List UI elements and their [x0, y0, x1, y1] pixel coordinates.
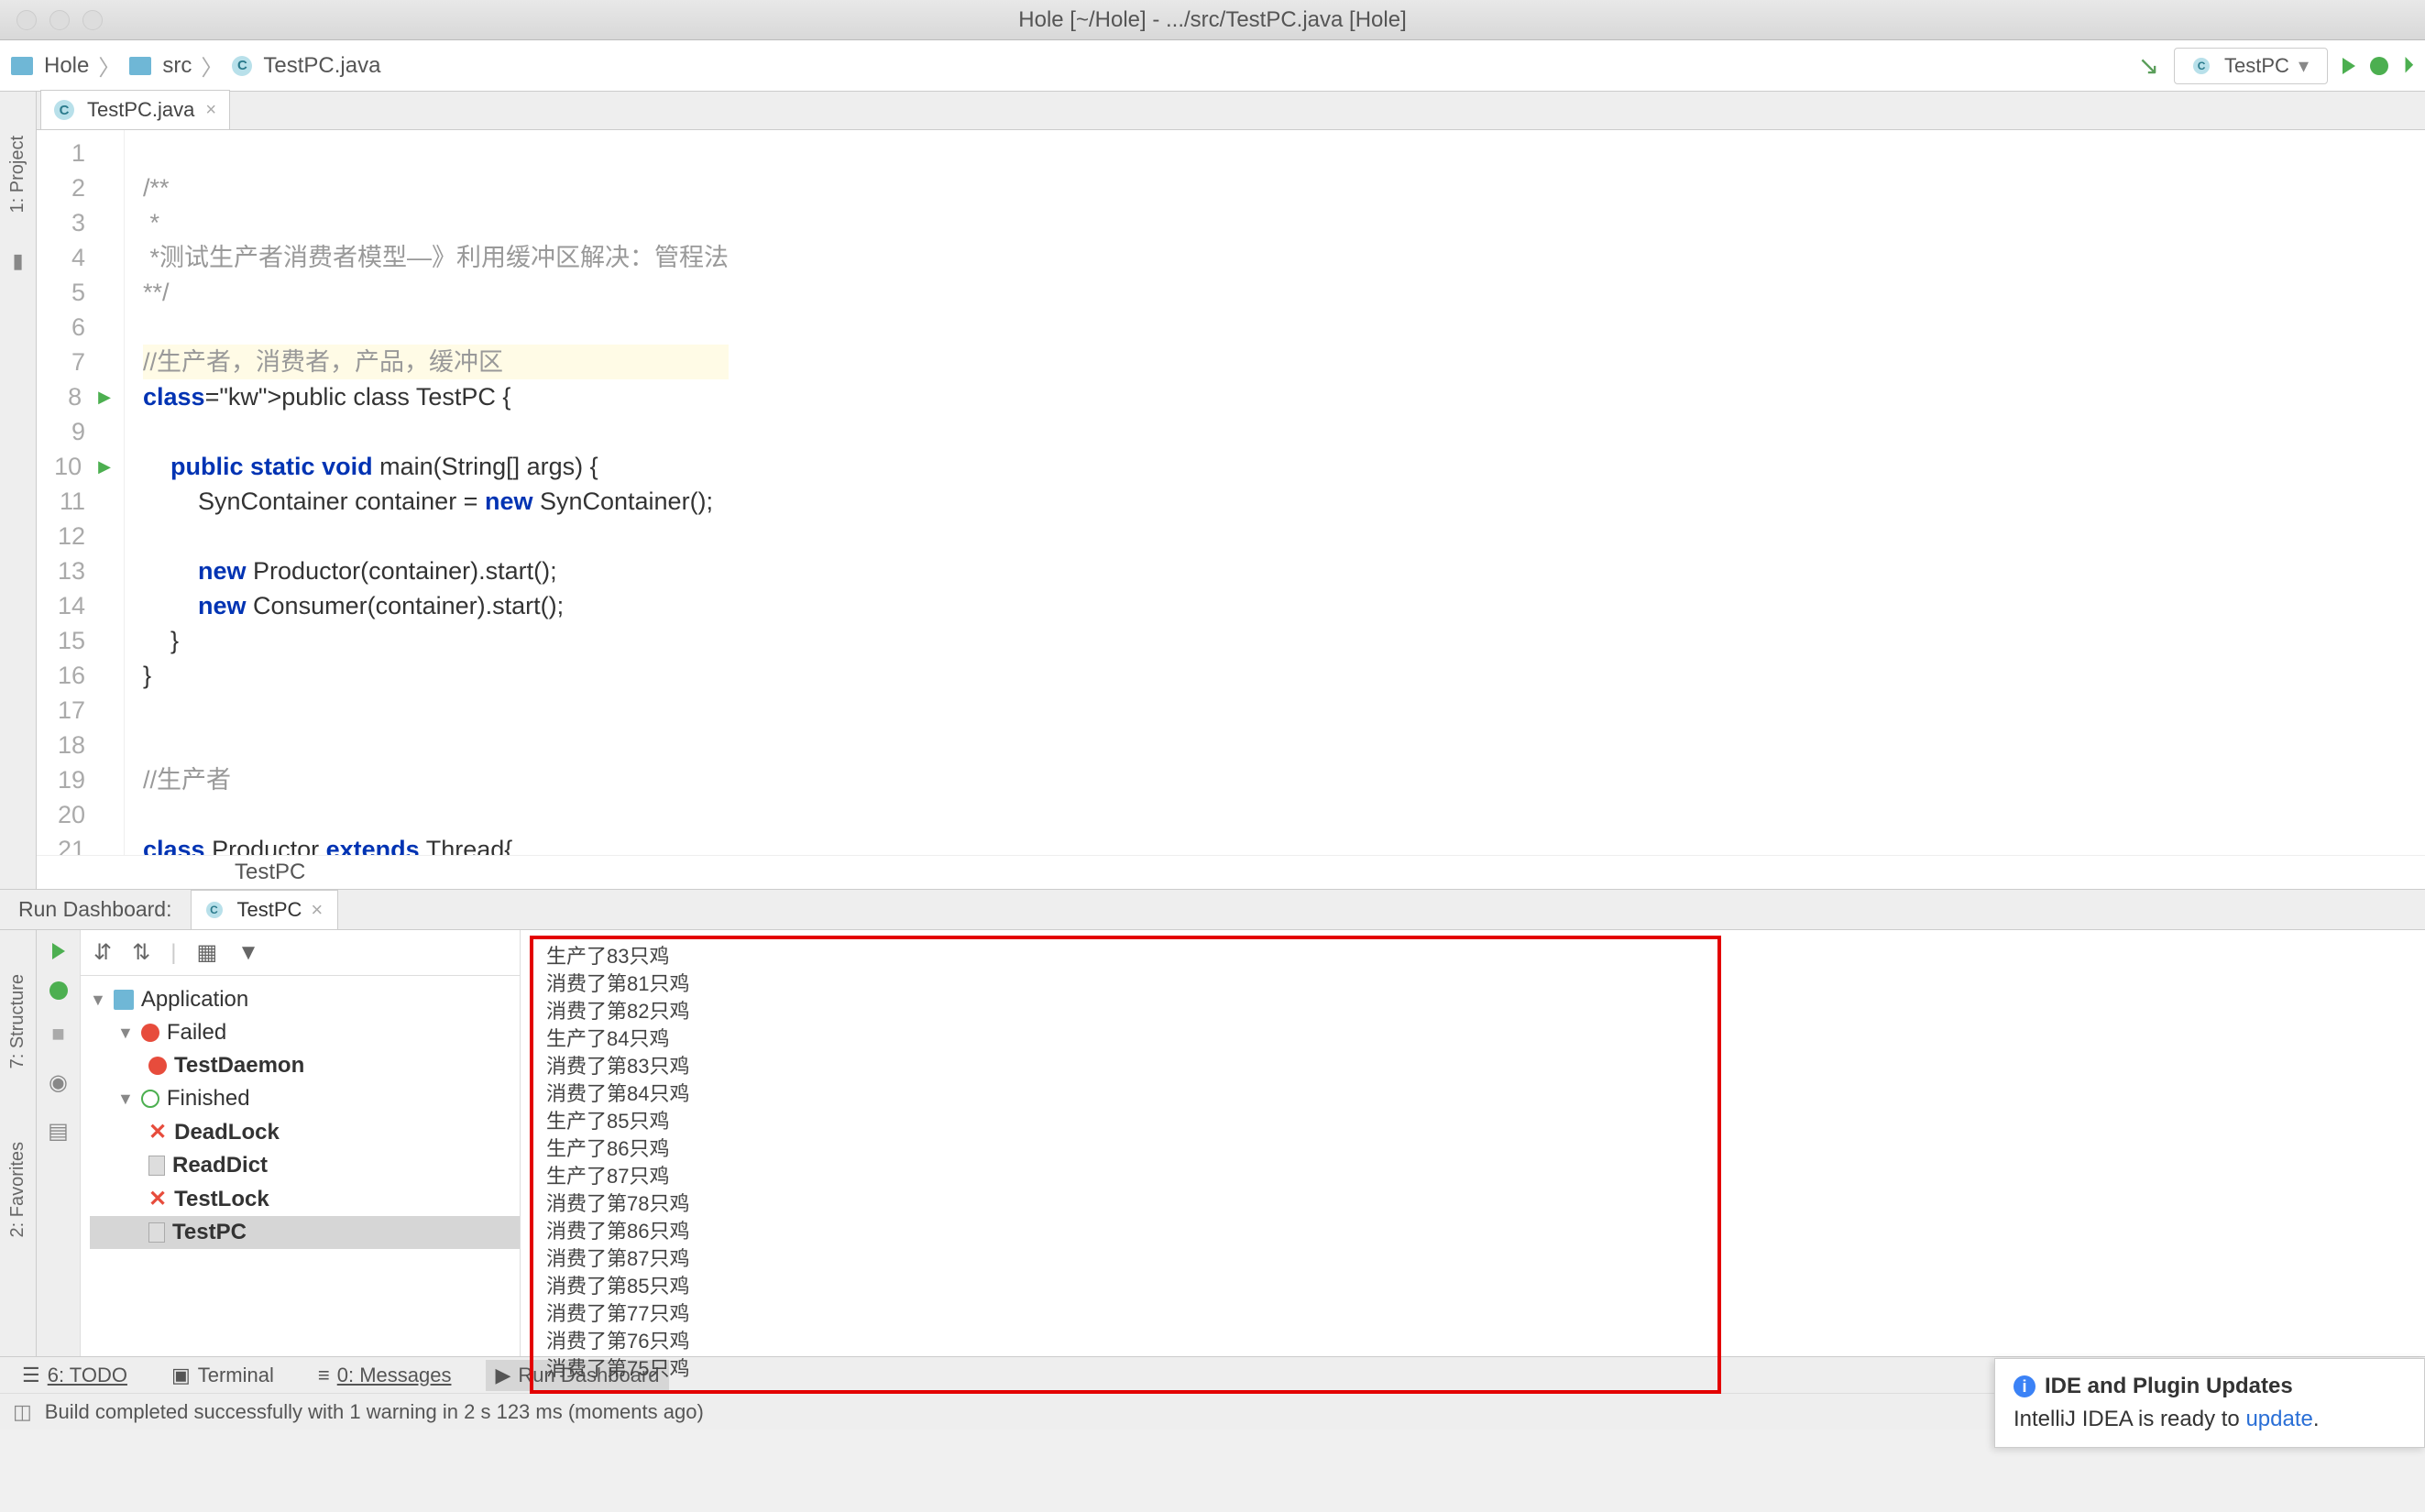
run-dashboard-panel: Run Dashboard: C TestPC × 7: Structure 2… [0, 889, 2425, 1356]
console-output[interactable]: 生产了83只鸡消费了第81只鸡消费了第82只鸡生产了84只鸡消费了第83只鸡消费… [530, 936, 1721, 1394]
chevron-right-icon: 〉 [201, 49, 223, 82]
terminal-tool[interactable]: ▣ Terminal [162, 1360, 283, 1391]
dashboard-tab-label: TestPC [237, 898, 302, 922]
messages-tool[interactable]: ≡ 0: Messages [309, 1360, 461, 1391]
source[interactable]: /** * *测试生产者消费者模型—》利用缓冲区解决：管程法**/ //生产者，… [125, 130, 729, 855]
dashboard-tree[interactable]: ▼ Application▼ Failed TestDaemon▼ Finish… [81, 976, 520, 1356]
project-tool-tab[interactable]: 1: Project [7, 136, 28, 213]
run-config-label: TestPC [2224, 54, 2289, 78]
close-icon[interactable]: × [205, 100, 216, 121]
bookmark-icon[interactable]: ▮ [12, 249, 23, 273]
code-editor[interactable]: 12345678▶910▶111213141516171819202122 /*… [37, 130, 2425, 855]
structure-tool-tab[interactable]: 7: Structure [7, 974, 28, 1068]
layout-icon[interactable]: ▤ [48, 1118, 69, 1145]
toggle-tools-icon[interactable]: ◫ [13, 1400, 32, 1424]
java-class-icon: C [232, 56, 252, 76]
file-tab[interactable]: C TestPC.java × [40, 90, 230, 129]
stop-icon[interactable]: ■ [51, 1022, 65, 1047]
titlebar: Hole [~/Hole] - .../src/TestPC.java [Hol… [0, 0, 2425, 40]
notif-title: IDE and Plugin Updates [2045, 1374, 2293, 1399]
notification-popup[interactable]: i IDE and Plugin Updates IntelliJ IDEA is… [1994, 1358, 2425, 1448]
coverage-icon[interactable]: ⏵ [2403, 53, 2414, 79]
crumb-file[interactable]: TestPC.java [263, 53, 380, 79]
breadcrumb[interactable]: Hole 〉 src 〉 C TestPC.java [11, 49, 380, 82]
dashboard-tab[interactable]: C TestPC × [191, 890, 339, 930]
java-class-icon: C [54, 100, 74, 120]
notif-body: IntelliJ IDEA is ready to [2014, 1407, 2245, 1431]
dashboard-toolbar: ⇵ ⇅ | ▦ ▼ [81, 930, 520, 976]
window-title: Hole [~/Hole] - .../src/TestPC.java [Hol… [1018, 7, 1406, 33]
chevron-down-icon: ▾ [2299, 54, 2309, 78]
debug-icon[interactable] [49, 981, 68, 1000]
filter-icon[interactable]: ▼ [237, 940, 259, 966]
crumb-folder[interactable]: src [162, 53, 192, 79]
gutter[interactable]: 12345678▶910▶111213141516171819202122 [37, 130, 125, 855]
navigation-bar: Hole 〉 src 〉 C TestPC.java ↘ C TestPC ▾ … [0, 40, 2425, 92]
crumb-root[interactable]: Hole [44, 53, 89, 79]
window-controls[interactable] [0, 10, 103, 30]
run-icon[interactable] [52, 943, 65, 959]
run-config-select[interactable]: C TestPC ▾ [2174, 48, 2328, 84]
editor-breadcrumb[interactable]: TestPC [37, 855, 2425, 889]
expand-icon[interactable]: ⇵ [93, 939, 112, 966]
status-message: Build completed successfully with 1 warn… [45, 1400, 704, 1424]
java-class-icon: C [206, 902, 223, 918]
camera-icon[interactable]: ◉ [49, 1069, 68, 1096]
favorites-tool-tab[interactable]: 2: Favorites [7, 1142, 28, 1237]
debug-icon[interactable] [2370, 57, 2388, 75]
update-link[interactable]: update [2245, 1407, 2312, 1431]
editor-tabs: C TestPC.java × [37, 92, 2425, 130]
folder-icon [11, 57, 33, 75]
chevron-right-icon: 〉 [98, 49, 120, 82]
close-icon[interactable]: × [311, 898, 323, 922]
info-icon: i [2014, 1375, 2035, 1397]
collapse-icon[interactable]: ⇅ [132, 939, 150, 966]
todo-tool[interactable]: ☰ 6: TODO [13, 1360, 137, 1391]
folder-icon [129, 57, 151, 75]
group-icon[interactable]: ▦ [196, 939, 217, 966]
tab-label: TestPC.java [87, 98, 194, 122]
left-tool-rail-lower: 7: Structure 2: Favorites [0, 930, 37, 1356]
dashboard-actions: ■ ◉ ▤ [37, 930, 81, 1356]
panel-title: Run Dashboard: [0, 897, 191, 922]
build-icon[interactable]: ↘ [2138, 50, 2159, 81]
left-tool-rail: 1: Project ▮ [0, 92, 37, 889]
console: 生产了83只鸡消费了第81只鸡消费了第82只鸡生产了84只鸡消费了第83只鸡消费… [521, 930, 2425, 1356]
java-class-icon: C [2193, 58, 2210, 74]
run-icon[interactable] [2343, 58, 2355, 74]
